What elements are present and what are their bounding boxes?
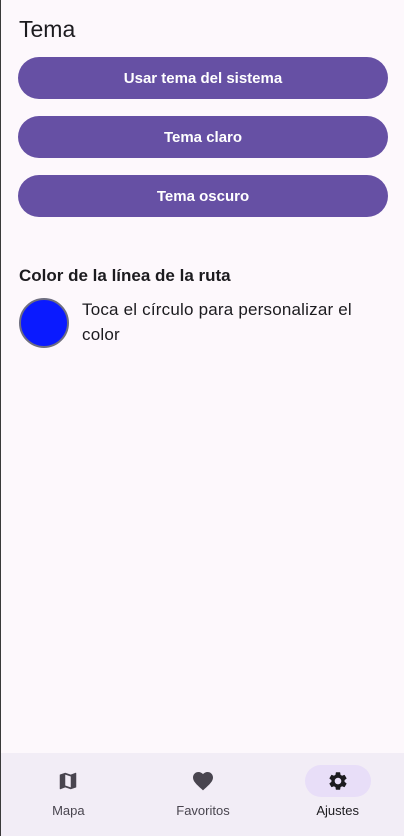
system-theme-button[interactable]: Usar tema del sistema — [18, 57, 388, 99]
heart-icon — [191, 769, 215, 793]
theme-section-title: Tema — [19, 16, 76, 42]
nav-icon-container-active — [304, 765, 371, 797]
map-icon — [57, 770, 79, 792]
route-color-title: Color de la línea de la ruta — [19, 266, 231, 285]
nav-label-mapa: Mapa — [52, 803, 85, 818]
light-theme-button[interactable]: Tema claro — [18, 116, 388, 158]
nav-label-ajustes: Ajustes — [316, 803, 359, 818]
nav-item-favoritos[interactable]: Favoritos — [136, 753, 271, 836]
bottom-navigation-bar: Mapa Favoritos Ajustes — [1, 753, 404, 836]
nav-icon-container — [170, 765, 236, 797]
nav-item-mapa[interactable]: Mapa — [1, 753, 136, 836]
nav-item-ajustes[interactable]: Ajustes — [270, 753, 404, 836]
gear-icon — [327, 770, 349, 792]
nav-label-favoritos: Favoritos — [176, 803, 230, 818]
nav-icon-container — [35, 765, 101, 797]
route-color-hint: Toca el círculo para personalizar el col… — [82, 300, 352, 344]
route-color-picker-circle[interactable] — [19, 298, 69, 348]
dark-theme-button[interactable]: Tema oscuro — [18, 175, 388, 217]
settings-screen: Tema Usar tema del sistema Tema claro Te… — [0, 0, 404, 836]
